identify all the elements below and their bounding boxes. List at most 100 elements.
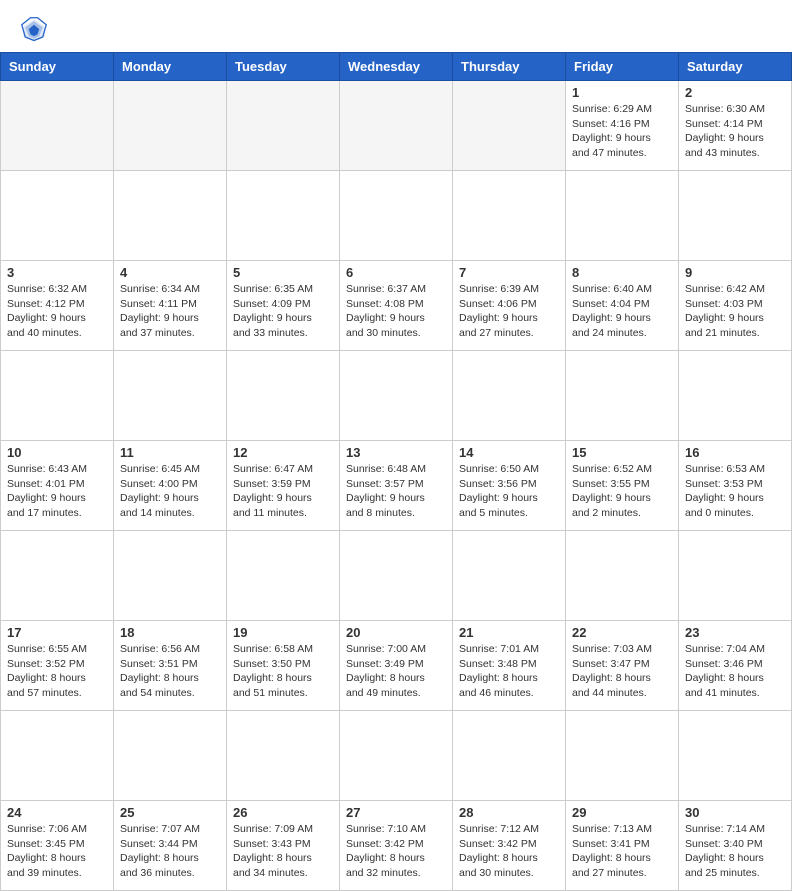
weekday-header-wednesday: Wednesday: [340, 53, 453, 81]
calendar-cell: 4 Sunrise: 6:34 AM Sunset: 4:11 PM Daylig…: [114, 261, 227, 351]
row-separator-cell: [453, 711, 566, 801]
calendar-cell: 6Sunrise: 6:37 AM Sunset: 4:08 PM Daylig…: [340, 261, 453, 351]
day-number: 27: [346, 805, 446, 820]
calendar-cell: 18Sunrise: 6:56 AM Sunset: 3:51 PM Dayli…: [114, 621, 227, 711]
day-number: 21: [459, 625, 559, 640]
day-number: 13: [346, 445, 446, 460]
calendar-cell: 17 Sunrise: 6:55 AM Sunset: 3:52 PM Dayli…: [1, 621, 114, 711]
calendar-cell: 9Sunrise: 6:42 AM Sunset: 4:03 PM Daylig…: [679, 261, 792, 351]
weekday-header-thursday: Thursday: [453, 53, 566, 81]
weekday-header-friday: Friday: [566, 53, 679, 81]
calendar-cell: 24Sunrise: 7:06 AM Sunset: 3:45 PM Dayli…: [1, 801, 114, 891]
row-separator-cell: [679, 171, 792, 261]
row-separator-cell: [1, 711, 114, 801]
weekday-header-row: SundayMondayTuesdayWednesdayThursdayFrid…: [1, 53, 792, 81]
day-number: 20: [346, 625, 446, 640]
calendar-cell: [340, 81, 453, 171]
day-info: Sunrise: 7:04 AM Sunset: 3:46 PM Dayligh…: [685, 642, 785, 701]
calendar-cell: 28 Sunrise: 7:12 AM Sunset: 3:42 PM Dayli…: [453, 801, 566, 891]
calendar-cell: 15Sunrise: 6:52 AM Sunset: 3:55 PM Dayli…: [566, 441, 679, 531]
day-number: 7: [459, 265, 559, 280]
day-number: 4: [120, 265, 220, 280]
calendar-cell: 20 Sunrise: 7:00 AM Sunset: 3:49 PM Dayli…: [340, 621, 453, 711]
day-number: 17: [7, 625, 107, 640]
calendar-cell: 13 Sunrise: 6:48 AM Sunset: 3:57 PM Dayli…: [340, 441, 453, 531]
day-number: 30: [685, 805, 785, 820]
day-info: Sunrise: 7:00 AM Sunset: 3:49 PM Dayligh…: [346, 642, 446, 701]
calendar-cell: 25 Sunrise: 7:07 AM Sunset: 3:44 PM Dayli…: [114, 801, 227, 891]
calendar-cell: 11Sunrise: 6:45 AM Sunset: 4:00 PM Dayli…: [114, 441, 227, 531]
row-separator-cell: [340, 711, 453, 801]
calendar-cell: 2Sunrise: 6:30 AM Sunset: 4:14 PM Daylig…: [679, 81, 792, 171]
day-number: 23: [685, 625, 785, 640]
day-number: 25: [120, 805, 220, 820]
calendar-cell: 3Sunrise: 6:32 AM Sunset: 4:12 PM Daylig…: [1, 261, 114, 351]
day-info: Sunrise: 7:09 AM Sunset: 3:43 PM Dayligh…: [233, 822, 333, 881]
day-info: Sunrise: 7:13 AM Sunset: 3:41 PM Dayligh…: [572, 822, 672, 881]
day-info: Sunrise: 6:42 AM Sunset: 4:03 PM Dayligh…: [685, 282, 785, 341]
logo: [20, 16, 52, 44]
day-number: 16: [685, 445, 785, 460]
calendar-cell: 23 Sunrise: 7:04 AM Sunset: 3:46 PM Dayli…: [679, 621, 792, 711]
calendar-week-row: 3Sunrise: 6:32 AM Sunset: 4:12 PM Daylig…: [1, 261, 792, 351]
calendar-cell: 26Sunrise: 7:09 AM Sunset: 3:43 PM Dayli…: [227, 801, 340, 891]
day-number: 12: [233, 445, 333, 460]
calendar-cell: 21 Sunrise: 7:01 AM Sunset: 3:48 PM Dayli…: [453, 621, 566, 711]
page-header: [0, 0, 792, 52]
calendar-cell: [227, 81, 340, 171]
calendar-cell: 8Sunrise: 6:40 AM Sunset: 4:04 PM Daylig…: [566, 261, 679, 351]
day-info: Sunrise: 6:48 AM Sunset: 3:57 PM Dayligh…: [346, 462, 446, 521]
calendar-cell: [453, 81, 566, 171]
day-number: 2: [685, 85, 785, 100]
row-separator-cell: [679, 711, 792, 801]
weekday-header-monday: Monday: [114, 53, 227, 81]
day-info: Sunrise: 7:07 AM Sunset: 3:44 PM Dayligh…: [120, 822, 220, 881]
day-number: 3: [7, 265, 107, 280]
day-info: Sunrise: 6:53 AM Sunset: 3:53 PM Dayligh…: [685, 462, 785, 521]
calendar-cell: [1, 81, 114, 171]
day-number: 28: [459, 805, 559, 820]
day-info: Sunrise: 7:12 AM Sunset: 3:42 PM Dayligh…: [459, 822, 559, 881]
row-separator-cell: [566, 171, 679, 261]
day-number: 19: [233, 625, 333, 640]
day-info: Sunrise: 6:34 AM Sunset: 4:11 PM Dayligh…: [120, 282, 220, 341]
calendar-cell: 16 Sunrise: 6:53 AM Sunset: 3:53 PM Dayli…: [679, 441, 792, 531]
day-info: Sunrise: 6:45 AM Sunset: 4:00 PM Dayligh…: [120, 462, 220, 521]
calendar-week-row: 10 Sunrise: 6:43 AM Sunset: 4:01 PM Dayli…: [1, 441, 792, 531]
day-info: Sunrise: 6:56 AM Sunset: 3:51 PM Dayligh…: [120, 642, 220, 701]
row-separator-cell: [566, 351, 679, 441]
day-number: 8: [572, 265, 672, 280]
weekday-header-tuesday: Tuesday: [227, 53, 340, 81]
day-number: 6: [346, 265, 446, 280]
row-separator-cell: [227, 531, 340, 621]
day-number: 14: [459, 445, 559, 460]
row-separator-cell: [114, 531, 227, 621]
calendar-cell: 14Sunrise: 6:50 AM Sunset: 3:56 PM Dayli…: [453, 441, 566, 531]
calendar-week-row: 24Sunrise: 7:06 AM Sunset: 3:45 PM Dayli…: [1, 801, 792, 891]
calendar-cell: 29Sunrise: 7:13 AM Sunset: 3:41 PM Dayli…: [566, 801, 679, 891]
day-number: 5: [233, 265, 333, 280]
calendar-cell: 19Sunrise: 6:58 AM Sunset: 3:50 PM Dayli…: [227, 621, 340, 711]
day-number: 15: [572, 445, 672, 460]
day-number: 10: [7, 445, 107, 460]
row-separator-cell: [227, 711, 340, 801]
day-info: Sunrise: 7:01 AM Sunset: 3:48 PM Dayligh…: [459, 642, 559, 701]
weekday-header-sunday: Sunday: [1, 53, 114, 81]
day-info: Sunrise: 6:47 AM Sunset: 3:59 PM Dayligh…: [233, 462, 333, 521]
calendar-cell: [114, 81, 227, 171]
day-info: Sunrise: 6:43 AM Sunset: 4:01 PM Dayligh…: [7, 462, 107, 521]
row-separator-cell: [679, 531, 792, 621]
row-separator-cell: [340, 531, 453, 621]
row-separator-cell: [453, 171, 566, 261]
row-separator-cell: [340, 171, 453, 261]
row-separator-cell: [679, 351, 792, 441]
calendar-cell: 10 Sunrise: 6:43 AM Sunset: 4:01 PM Dayli…: [1, 441, 114, 531]
row-separator-cell: [227, 351, 340, 441]
calendar-cell: 7Sunrise: 6:39 AM Sunset: 4:06 PM Daylig…: [453, 261, 566, 351]
row-separator-cell: [453, 531, 566, 621]
calendar-week-row: 1Sunrise: 6:29 AM Sunset: 4:16 PM Daylig…: [1, 81, 792, 171]
day-info: Sunrise: 6:55 AM Sunset: 3:52 PM Dayligh…: [7, 642, 107, 701]
calendar-table: SundayMondayTuesdayWednesdayThursdayFrid…: [0, 52, 792, 891]
calendar-cell: 30Sunrise: 7:14 AM Sunset: 3:40 PM Dayli…: [679, 801, 792, 891]
day-number: 22: [572, 625, 672, 640]
